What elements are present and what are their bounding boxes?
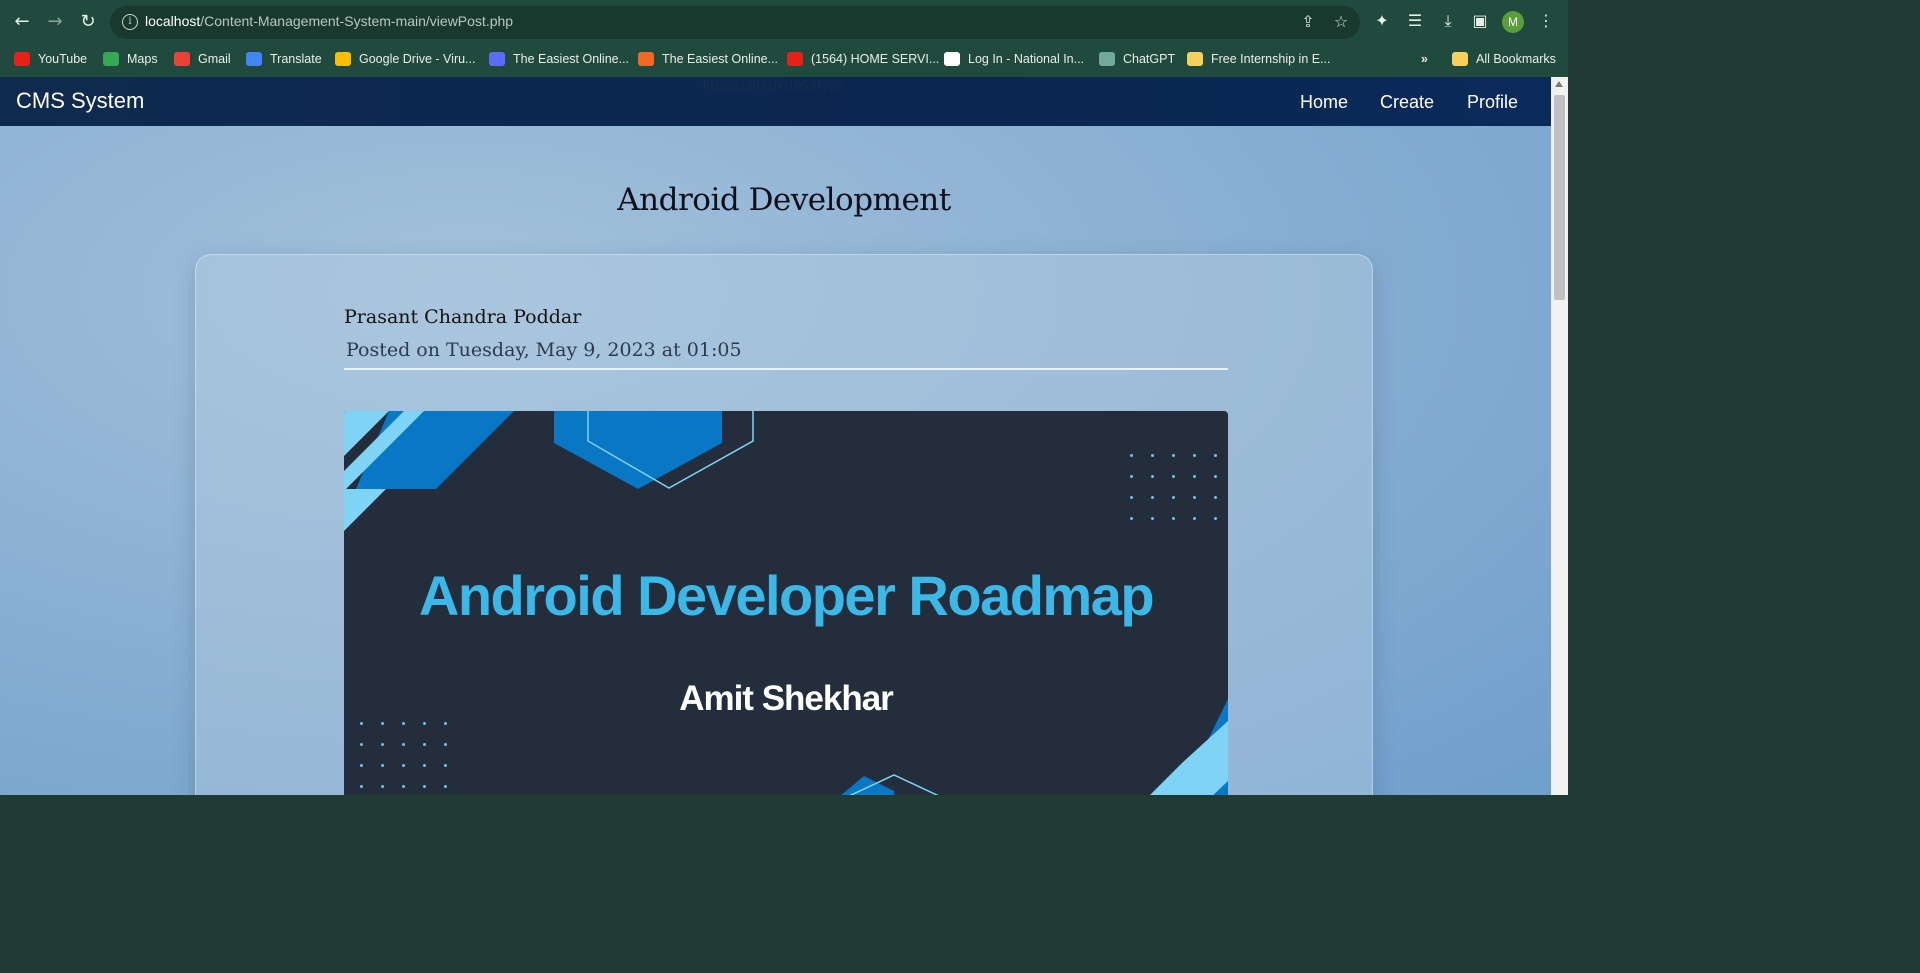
bookmark-easiest-online-1[interactable]: The Easiest Online...	[489, 49, 629, 69]
bookmark-star-icon[interactable]: ☆	[1331, 12, 1351, 32]
maps-icon	[103, 52, 119, 66]
banner-headline: Android Developer Roadmap	[418, 564, 1155, 627]
page-viewport: CMS System PID20230510010531727 Home Cre…	[0, 77, 1551, 795]
brand-logo[interactable]: CMS System	[16, 88, 144, 114]
bookmark-chatgpt[interactable]: ChatGPT	[1099, 49, 1175, 69]
folder-icon	[1452, 52, 1468, 66]
bookmark-easiest-online-2[interactable]: The Easiest Online...	[638, 49, 778, 69]
nav-profile-link[interactable]: Profile	[1467, 92, 1518, 113]
translate-icon	[246, 52, 262, 66]
folder-icon	[1187, 52, 1203, 66]
url-text[interactable]: localhost/Content-Management-System-main…	[145, 13, 513, 29]
bookmark-youtube[interactable]: YouTube	[14, 49, 87, 69]
site-navbar: CMS System PID20230510010531727 Home Cre…	[0, 77, 1551, 126]
scroll-up-arrow-icon[interactable]	[1555, 81, 1563, 87]
bookmarks-bar: YouTube Maps Gmail Translate Google Driv…	[0, 45, 1568, 73]
bookmark-maps[interactable]: Maps	[103, 49, 158, 69]
reload-icon[interactable]: ↻	[76, 10, 100, 34]
post-author: Prasant Chandra Poddar	[344, 306, 582, 328]
download-icon[interactable]: ⤓	[1438, 11, 1458, 31]
bookmark-free-internship[interactable]: Free Internship in E...	[1187, 49, 1331, 69]
pen-tool-icon	[489, 52, 505, 66]
post-card: Prasant Chandra Poddar Posted on Tuesday…	[195, 254, 1373, 795]
banner-byline: Amit Shekhar	[679, 679, 894, 718]
bookmarks-overflow-button[interactable]: »	[1421, 49, 1428, 69]
browser-toolbar: ← → ↻ i localhost/Content-Management-Sys…	[0, 0, 1568, 44]
page-title: Android Development	[617, 182, 951, 218]
back-arrow-icon[interactable]: ←	[10, 10, 34, 34]
menu-kebab-icon[interactable]: ⋮	[1536, 11, 1556, 31]
google-drive-icon	[335, 52, 351, 66]
nav-create-link[interactable]: Create	[1380, 92, 1434, 113]
share-icon[interactable]: ⇪	[1298, 12, 1318, 32]
post-id-text: PID20230510010531727	[702, 79, 844, 94]
forward-arrow-icon[interactable]: →	[43, 10, 67, 34]
page-scrollbar[interactable]	[1551, 77, 1568, 795]
scroll-thumb[interactable]	[1554, 95, 1565, 300]
chatgpt-icon	[1099, 52, 1115, 66]
youtube-icon	[787, 52, 803, 66]
all-bookmarks-folder[interactable]: All Bookmarks	[1452, 49, 1556, 69]
post-date: Posted on Tuesday, May 9, 2023 at 01:05	[346, 339, 742, 361]
divider	[344, 368, 1228, 370]
bookmark-national-login[interactable]: Log In - National In...	[944, 49, 1084, 69]
nav-home-link[interactable]: Home	[1300, 92, 1348, 113]
dot-pattern-bottom-left	[360, 722, 447, 788]
extensions-icon[interactable]: ✦	[1372, 11, 1392, 31]
building-icon	[944, 52, 960, 66]
post-image: Android Developer Roadmap Amit Shekhar	[344, 411, 1228, 795]
bookmark-google-drive[interactable]: Google Drive - Viru...	[335, 49, 475, 69]
media-queue-icon[interactable]: ☰	[1405, 11, 1425, 31]
youtube-icon	[14, 52, 30, 66]
address-bar[interactable]: i localhost/Content-Management-System-ma…	[110, 6, 1360, 39]
site-info-icon[interactable]: i	[122, 14, 138, 30]
dot-pattern-top-right	[1130, 454, 1217, 520]
pdf-tool-icon	[638, 52, 654, 66]
bookmark-translate[interactable]: Translate	[246, 49, 322, 69]
bookmark-home-services[interactable]: (1564) HOME SERVI...	[787, 49, 939, 69]
side-panel-icon[interactable]: ▣	[1470, 11, 1490, 31]
browser-chrome: ← → ↻ i localhost/Content-Management-Sys…	[0, 0, 1568, 77]
gmail-icon	[174, 52, 190, 66]
profile-avatar[interactable]: M	[1502, 11, 1524, 33]
bookmark-gmail[interactable]: Gmail	[174, 49, 231, 69]
